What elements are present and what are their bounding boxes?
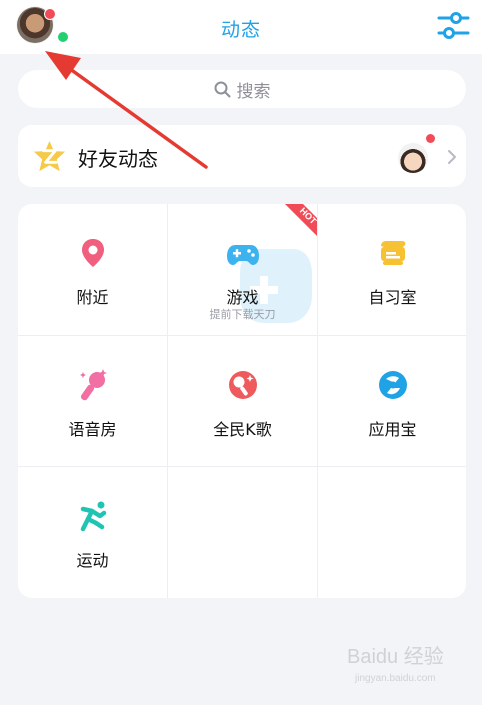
grid-item-games[interactable]: 游戏 提前下载天刀 HOT (168, 204, 317, 335)
qzone-star-icon (33, 140, 66, 172)
search-placeholder: 搜索 (236, 81, 271, 102)
grid-item-label: 游戏 (226, 288, 259, 307)
grid-item-study-room[interactable]: 自习室 (318, 204, 466, 335)
grid-item-karaoke[interactable]: 全民K歌 (168, 336, 317, 467)
grid-item-label: 运动 (76, 551, 109, 570)
hot-badge: HOT (285, 204, 317, 236)
friend-notification-dot (426, 134, 435, 143)
sliders-icon (437, 12, 470, 39)
friends-feed-label: 好友动态 (78, 147, 158, 171)
grid-item-label: 附近 (76, 288, 109, 307)
app-store-icon (379, 371, 407, 399)
running-icon (80, 501, 107, 532)
microphone-icon (80, 369, 107, 401)
grid-item-label: 应用宝 (368, 420, 417, 439)
baidu-watermark: Baidu 经验 jingyan.baidu.com (347, 645, 444, 684)
grid-item-label: 自习室 (368, 288, 417, 307)
search-placeholder-row: 搜索 (18, 70, 466, 108)
grid-item-app-store[interactable]: 应用宝 (318, 336, 466, 467)
grid-item-label: 全民K歌 (213, 420, 272, 439)
grid-item-label: 语音房 (68, 420, 117, 439)
gamepad-icon (227, 245, 259, 265)
study-room-icon (381, 241, 406, 265)
location-pin-icon (82, 239, 104, 267)
top-bar: 动态 (0, 0, 482, 54)
friends-feed-entry[interactable]: 好友动态 (18, 125, 466, 187)
grid-item-sublabel: 提前下载天刀 (209, 308, 276, 321)
search-input[interactable]: 搜索 (18, 70, 466, 108)
chevron-right-icon (448, 150, 456, 164)
grid-item-sports[interactable]: 运动 (18, 467, 167, 598)
filter-settings-button[interactable] (437, 12, 470, 40)
karaoke-icon (229, 371, 257, 399)
grid-item-voice-room[interactable]: 语音房 (18, 336, 167, 467)
watermark-brand: Baidu 经验 (347, 645, 444, 668)
page-title: 动态 (220, 19, 261, 41)
watermark-url: jingyan.baidu.com (354, 673, 436, 684)
feature-grid: 附近 游戏 提前下载天刀 HOT 自习室 语音房 全民K歌 应用宝 运动 (18, 204, 466, 598)
search-icon (214, 81, 230, 97)
friend-avatar (398, 143, 428, 173)
grid-item-nearby[interactable]: 附近 (18, 204, 167, 335)
